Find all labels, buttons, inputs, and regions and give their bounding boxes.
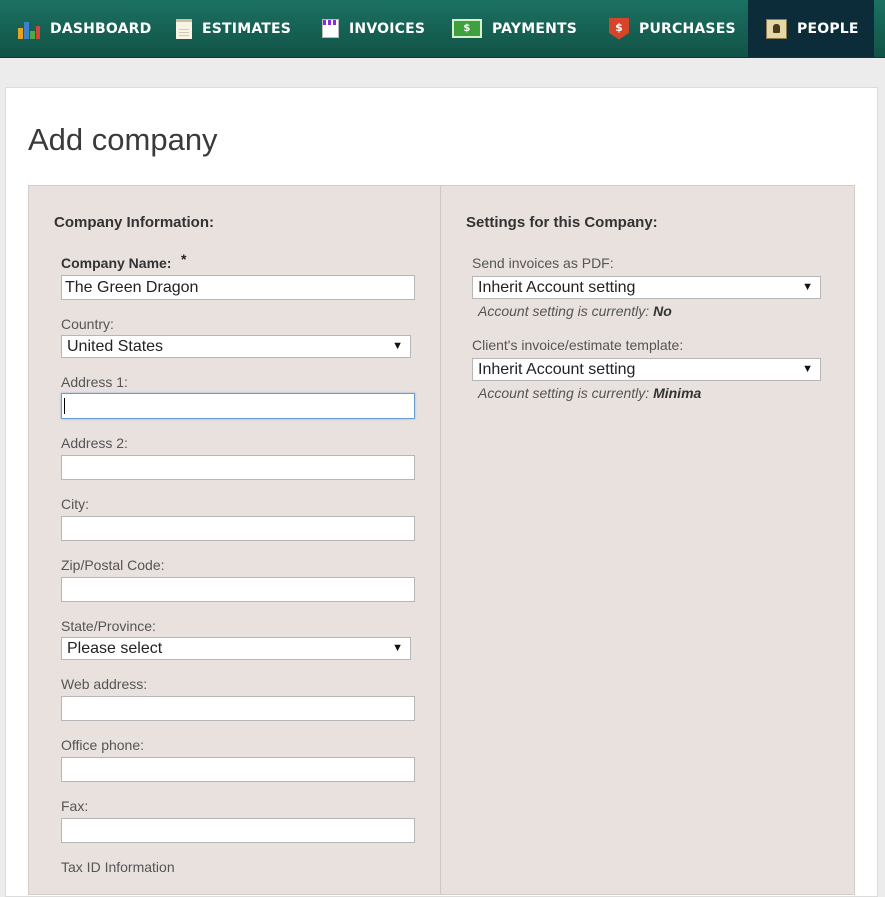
page-title: Add company xyxy=(28,122,218,157)
address1-label: Address 1: xyxy=(61,374,128,390)
office-phone-label: Office phone: xyxy=(61,737,145,753)
send-pdf-select-value: Inherit Account setting xyxy=(478,279,636,296)
company-name-input[interactable]: The Green Dragon xyxy=(61,275,415,300)
company-name-label: Company Name: xyxy=(61,255,172,271)
template-account-note: Account setting is currently: Minima xyxy=(478,385,701,401)
web-address-input[interactable] xyxy=(61,696,415,721)
zip-input[interactable] xyxy=(61,577,415,602)
nav-label: ESTIMATES xyxy=(202,20,292,37)
dropdown-arrow-icon: ▼ xyxy=(802,363,813,375)
nav-purchases[interactable]: $ PURCHASES xyxy=(609,0,741,57)
payments-icon: $ xyxy=(452,19,482,38)
address1-input[interactable] xyxy=(61,393,415,419)
nav-payments[interactable]: $ PAYMENTS xyxy=(452,0,587,57)
zip-label: Zip/Postal Code: xyxy=(61,557,165,573)
dashboard-icon xyxy=(18,19,40,39)
dropdown-arrow-icon: ▼ xyxy=(392,340,403,352)
country-select[interactable]: United States ▼ xyxy=(61,335,411,358)
office-phone-input[interactable] xyxy=(61,757,415,782)
web-address-label: Web address: xyxy=(61,676,148,692)
city-input[interactable] xyxy=(61,516,415,541)
nav-label: PURCHASES xyxy=(639,20,736,37)
top-nav: DASHBOARD ESTIMATES INVOICES $ PAYMENTS … xyxy=(0,0,885,58)
template-label: Client's invoice/estimate template: xyxy=(472,337,684,353)
pdf-note-value: No xyxy=(653,303,672,319)
nav-estimates[interactable]: ESTIMATES xyxy=(176,0,296,57)
state-label: State/Province: xyxy=(61,618,156,634)
estimates-icon xyxy=(176,18,192,39)
country-select-value: United States xyxy=(67,338,164,355)
country-label: Country: xyxy=(61,316,114,332)
invoices-icon xyxy=(322,19,339,38)
nav-invoices[interactable]: INVOICES xyxy=(322,0,432,57)
people-icon xyxy=(766,18,787,39)
nav-label: INVOICES xyxy=(349,20,426,37)
template-select[interactable]: Inherit Account setting ▼ xyxy=(472,358,821,381)
template-note-value: Minima xyxy=(653,385,702,401)
send-pdf-label: Send invoices as PDF: xyxy=(472,255,614,271)
nav-people[interactable]: PEOPLE xyxy=(748,0,874,57)
pdf-account-note: Account setting is currently: No xyxy=(478,303,672,319)
column-divider xyxy=(440,185,441,895)
dropdown-arrow-icon: ▼ xyxy=(802,281,813,293)
nav-dashboard[interactable]: DASHBOARD xyxy=(18,0,158,57)
address2-input[interactable] xyxy=(61,455,415,480)
required-asterisk: * xyxy=(181,251,187,267)
company-info-heading: Company Information: xyxy=(54,214,214,231)
nav-label: PAYMENTS xyxy=(492,20,578,37)
pdf-note-prefix: Account setting is currently: xyxy=(478,303,654,319)
settings-heading: Settings for this Company: xyxy=(466,214,658,231)
fax-label: Fax: xyxy=(61,798,89,814)
nav-label: DASHBOARD xyxy=(50,20,152,37)
city-label: City: xyxy=(61,496,89,512)
template-select-value: Inherit Account setting xyxy=(478,361,636,378)
send-pdf-select[interactable]: Inherit Account setting ▼ xyxy=(472,276,821,299)
state-select[interactable]: Please select ▼ xyxy=(61,637,411,660)
nav-label: PEOPLE xyxy=(797,20,859,37)
purchases-icon: $ xyxy=(609,17,629,40)
template-note-prefix: Account setting is currently: xyxy=(478,385,654,401)
dropdown-arrow-icon: ▼ xyxy=(392,642,403,654)
state-select-value: Please select xyxy=(67,640,163,657)
address2-label: Address 2: xyxy=(61,435,128,451)
tax-id-label: Tax ID Information xyxy=(61,859,175,875)
fax-input[interactable] xyxy=(61,818,415,843)
